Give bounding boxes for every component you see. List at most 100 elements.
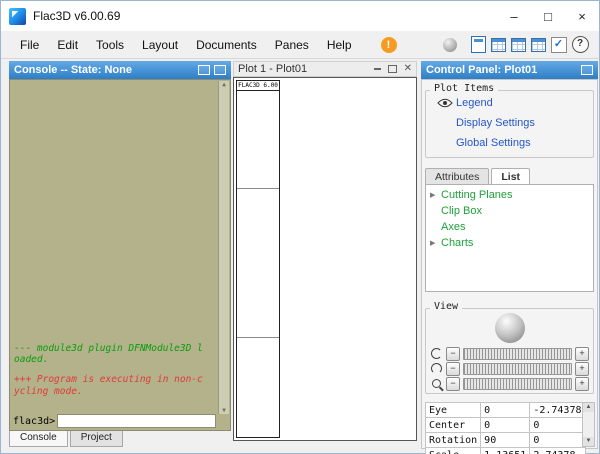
control-panel-hide-icon[interactable] xyxy=(581,65,593,75)
plot-canvas[interactable]: FLAC3D 6.00 xyxy=(233,77,417,441)
console-prompt-row: flac3d> xyxy=(13,414,216,428)
tab-project[interactable]: Project xyxy=(70,431,123,447)
legend-divider xyxy=(237,188,279,189)
plot-panel-header: Plot 1 - Plot01 ✕ xyxy=(233,61,417,77)
console-message-plugin: --- module3d plugin DFNModule3D loaded. xyxy=(14,343,204,367)
menu-help[interactable]: Help xyxy=(318,35,361,55)
console-prompt-label: flac3d> xyxy=(13,416,55,427)
visibility-eye-icon[interactable] xyxy=(434,98,456,108)
control-panel: Control Panel: Plot01 Plot Items Legend xyxy=(421,61,598,449)
checkbox-toolbar-icon[interactable]: ✓ xyxy=(551,37,567,53)
table-row: Center 0 0 xyxy=(426,418,586,433)
tree-item-charts[interactable]: ▶ Charts xyxy=(426,235,593,251)
grid-table-icon[interactable] xyxy=(511,38,526,52)
row-value[interactable]: 0 xyxy=(530,433,585,448)
roll-plus-button[interactable]: + xyxy=(575,362,589,376)
sphere-toolbar-icon[interactable] xyxy=(443,38,457,52)
rotate-minus-button[interactable]: − xyxy=(446,347,460,361)
global-settings-row: Global Settings xyxy=(426,134,593,151)
link-global-settings[interactable]: Global Settings xyxy=(456,137,531,149)
zoom-slider-row: − + xyxy=(430,377,589,390)
row-value[interactable]: 1.13651 xyxy=(481,448,530,454)
plot-minimize-icon[interactable] xyxy=(374,68,381,70)
plot-items-group: Plot Items Legend Display Settings Globa… xyxy=(425,90,594,158)
table-scrollbar[interactable]: ▲ ▼ xyxy=(582,402,595,447)
interrupt-warning-icon[interactable]: ! xyxy=(381,37,397,53)
console-hide-icon[interactable] xyxy=(214,65,226,75)
maximize-button[interactable]: □ xyxy=(531,1,565,31)
tree-item-label: Clip Box xyxy=(441,205,482,217)
menu-documents[interactable]: Documents xyxy=(187,35,266,55)
close-button[interactable]: × xyxy=(565,1,599,31)
plot-maximize-icon[interactable] xyxy=(388,65,397,73)
tree-item-label: Charts xyxy=(441,237,473,249)
console-panel-title: Console -- State: None xyxy=(14,64,132,76)
control-panel-title: Control Panel: Plot01 xyxy=(426,64,537,76)
link-display-settings[interactable]: Display Settings xyxy=(456,117,535,129)
scroll-down-icon[interactable]: ▼ xyxy=(222,407,226,414)
tab-list[interactable]: List xyxy=(491,168,530,184)
zoom-plus-button[interactable]: + xyxy=(575,377,589,391)
window-controls: – □ × xyxy=(497,1,599,31)
rotate-slider[interactable] xyxy=(463,348,572,360)
rotate-icon xyxy=(430,348,443,359)
tree-item-axes[interactable]: Axes xyxy=(426,219,593,235)
zoom-minus-button[interactable]: − xyxy=(446,377,460,391)
console-scrollbar[interactable]: ▲ ▼ xyxy=(218,81,229,414)
table-row: Eye 0 -2.74378 xyxy=(426,403,586,418)
plot-close-icon[interactable]: ✕ xyxy=(404,64,412,74)
scroll-up-icon[interactable]: ▲ xyxy=(222,81,226,88)
plot-items-label: Plot Items xyxy=(430,83,498,94)
new-plot-icon[interactable] xyxy=(471,36,486,53)
plot-panel: Plot 1 - Plot01 ✕ FLAC3D 6.00 xyxy=(233,61,417,441)
legend-divider xyxy=(237,337,279,338)
titlebar: Flac3D v6.00.69 – □ × xyxy=(1,1,599,31)
console-input[interactable] xyxy=(57,414,216,428)
row-label: Scale xyxy=(426,448,481,454)
scroll-down-icon[interactable]: ▼ xyxy=(583,437,594,446)
tree-item-clip-box[interactable]: Clip Box xyxy=(426,203,593,219)
menu-edit[interactable]: Edit xyxy=(48,35,87,55)
row-label: Eye xyxy=(426,403,481,418)
row-value[interactable]: 0 xyxy=(481,403,530,418)
menu-panes[interactable]: Panes xyxy=(266,35,318,55)
roll-slider[interactable] xyxy=(463,363,572,375)
tab-console[interactable]: Console xyxy=(9,431,68,447)
menu-tools[interactable]: Tools xyxy=(87,35,133,55)
grid-data-icon[interactable] xyxy=(531,38,546,52)
roll-minus-button[interactable]: − xyxy=(446,362,460,376)
menu-layout[interactable]: Layout xyxy=(133,35,187,55)
tree-item-label: Cutting Planes xyxy=(441,189,513,201)
app-logo-icon xyxy=(9,8,26,25)
roll-slider-row: − + xyxy=(430,362,589,375)
console-float-icon[interactable] xyxy=(198,65,210,75)
expand-arrow-icon[interactable]: ▶ xyxy=(430,191,441,199)
menu-file[interactable]: File xyxy=(11,35,48,55)
rotate-plus-button[interactable]: + xyxy=(575,347,589,361)
minimize-button[interactable]: – xyxy=(497,1,531,31)
row-value[interactable]: 0 xyxy=(481,418,530,433)
view-trackball[interactable] xyxy=(495,313,525,343)
plot-legend: FLAC3D 6.00 xyxy=(236,80,280,438)
help-icon[interactable]: ? xyxy=(572,36,589,53)
plot-legend-title: FLAC3D 6.00 xyxy=(237,81,279,91)
control-panel-tabs: Attributes List xyxy=(425,168,532,184)
grid-view-icon[interactable] xyxy=(491,38,506,52)
link-legend[interactable]: Legend xyxy=(456,97,493,109)
row-value[interactable]: 2.74378 xyxy=(530,448,585,454)
row-value[interactable]: -2.74378 xyxy=(530,403,585,418)
tree-item-cutting-planes[interactable]: ▶ Cutting Planes xyxy=(426,187,593,203)
control-panel-body: Plot Items Legend Display Settings Globa… xyxy=(421,79,598,449)
plot-panel-title: Plot 1 - Plot01 xyxy=(238,63,307,75)
console-output[interactable]: --- module3d plugin DFNModule3D loaded. … xyxy=(9,79,231,431)
console-panel-header: Console -- State: None xyxy=(9,61,231,79)
plot-header-icons: ✕ xyxy=(374,64,412,74)
zoom-slider[interactable] xyxy=(463,378,572,390)
display-settings-row: Display Settings xyxy=(426,114,593,131)
row-value[interactable]: 0 xyxy=(530,418,585,433)
console-panel: Console -- State: None --- module3d plug… xyxy=(9,61,231,447)
scroll-up-icon[interactable]: ▲ xyxy=(583,403,594,412)
row-value[interactable]: 90 xyxy=(481,433,530,448)
tab-attributes[interactable]: Attributes xyxy=(425,168,489,184)
expand-arrow-icon[interactable]: ▶ xyxy=(430,239,441,247)
